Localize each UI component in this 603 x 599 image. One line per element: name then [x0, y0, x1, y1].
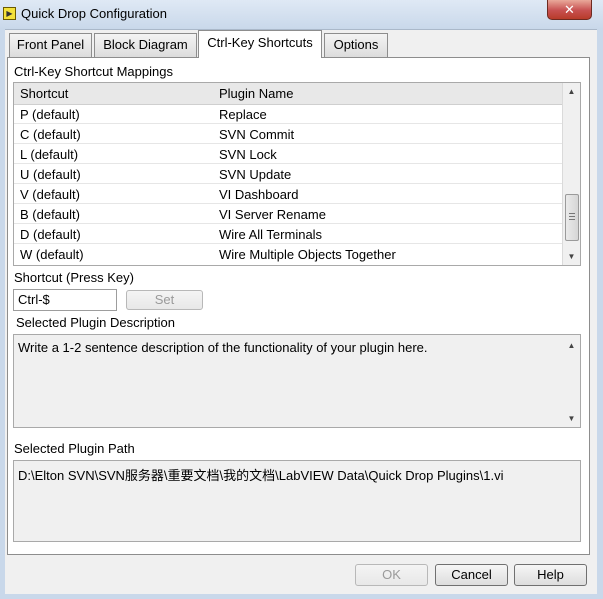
scroll-up-arrow-icon[interactable]: ▲: [563, 83, 580, 100]
plugin-description-field[interactable]: Write a 1-2 sentence description of the …: [13, 334, 581, 428]
grip-line: [569, 213, 575, 214]
table-row[interactable]: L (default) SVN Lock: [14, 144, 563, 164]
cell-plugin-name: Replace: [219, 107, 267, 122]
scroll-down-arrow-icon[interactable]: ▼: [563, 410, 580, 427]
shortcut-input[interactable]: Ctrl-$: [13, 289, 117, 311]
mappings-label: Ctrl-Key Shortcut Mappings: [14, 64, 173, 79]
labview-vi-icon: ▶: [3, 7, 16, 20]
column-header-shortcut[interactable]: Shortcut: [20, 86, 68, 101]
scrollbar-thumb[interactable]: [565, 194, 579, 241]
cell-shortcut: V (default): [20, 187, 80, 202]
window-frame-bottom: [0, 594, 603, 599]
window-frame-right: [597, 29, 603, 599]
shortcut-label: Shortcut (Press Key): [14, 270, 134, 285]
description-label: Selected Plugin Description: [16, 315, 175, 330]
title-bar: ▶ Quick Drop Configuration ✕: [0, 0, 603, 30]
cell-shortcut: D (default): [20, 227, 81, 242]
path-text: D:\Elton SVN\SVN服务器\重要文档\我的文档\LabVIEW Da…: [18, 468, 504, 483]
grip-line: [569, 216, 575, 217]
table-scrollbar[interactable]: ▲ ▼: [562, 83, 580, 265]
table-row[interactable]: B (default) VI Server Rename: [14, 204, 563, 224]
description-text: Write a 1-2 sentence description of the …: [18, 340, 428, 355]
table-row[interactable]: D (default) Wire All Terminals: [14, 224, 563, 244]
cell-shortcut: C (default): [20, 127, 81, 142]
tab-block-diagram[interactable]: Block Diagram: [94, 33, 197, 57]
set-button[interactable]: Set: [126, 290, 203, 310]
help-button[interactable]: Help: [514, 564, 587, 586]
cell-plugin-name: SVN Commit: [219, 127, 295, 142]
cell-shortcut: U (default): [20, 167, 81, 182]
path-label: Selected Plugin Path: [14, 441, 135, 456]
cell-shortcut: L (default): [20, 147, 79, 162]
table-row[interactable]: W (default) Wire Multiple Objects Togeth…: [14, 244, 563, 264]
cell-plugin-name: VI Dashboard: [219, 187, 299, 202]
window-title: Quick Drop Configuration: [21, 6, 167, 21]
close-button[interactable]: ✕: [547, 0, 592, 20]
ok-button[interactable]: OK: [355, 564, 428, 586]
grip-line: [569, 219, 575, 220]
scroll-up-arrow-icon[interactable]: ▲: [563, 337, 580, 354]
tab-options[interactable]: Options: [324, 33, 388, 57]
cell-shortcut: B (default): [20, 207, 80, 222]
cell-plugin-name: Wire Multiple Objects Together: [219, 247, 396, 262]
shortcut-mappings-table[interactable]: Shortcut Plugin Name P (default) Replace…: [13, 82, 581, 266]
column-header-plugin-name[interactable]: Plugin Name: [219, 86, 293, 101]
tab-front-panel[interactable]: Front Panel: [9, 33, 92, 57]
table-row[interactable]: C (default) SVN Commit: [14, 124, 563, 144]
tab-ctrl-key-shortcuts[interactable]: Ctrl-Key Shortcuts: [198, 30, 322, 58]
window-frame-left: [0, 29, 5, 599]
table-row[interactable]: U (default) SVN Update: [14, 164, 563, 184]
table-row[interactable]: P (default) Replace: [14, 104, 563, 124]
cell-shortcut: P (default): [20, 107, 80, 122]
cell-plugin-name: SVN Update: [219, 167, 292, 182]
cell-shortcut: W (default): [20, 247, 84, 262]
cancel-button[interactable]: Cancel: [435, 564, 508, 586]
cell-plugin-name: VI Server Rename: [219, 207, 326, 222]
description-scrollbar[interactable]: ▲ ▼: [563, 335, 580, 427]
table-header: Shortcut Plugin Name: [14, 83, 563, 105]
cell-plugin-name: Wire All Terminals: [219, 227, 323, 242]
cell-plugin-name: SVN Lock: [219, 147, 277, 162]
scroll-down-arrow-icon[interactable]: ▼: [563, 248, 580, 265]
table-row[interactable]: V (default) VI Dashboard: [14, 184, 563, 204]
plugin-path-field[interactable]: D:\Elton SVN\SVN服务器\重要文档\我的文档\LabVIEW Da…: [13, 460, 581, 542]
